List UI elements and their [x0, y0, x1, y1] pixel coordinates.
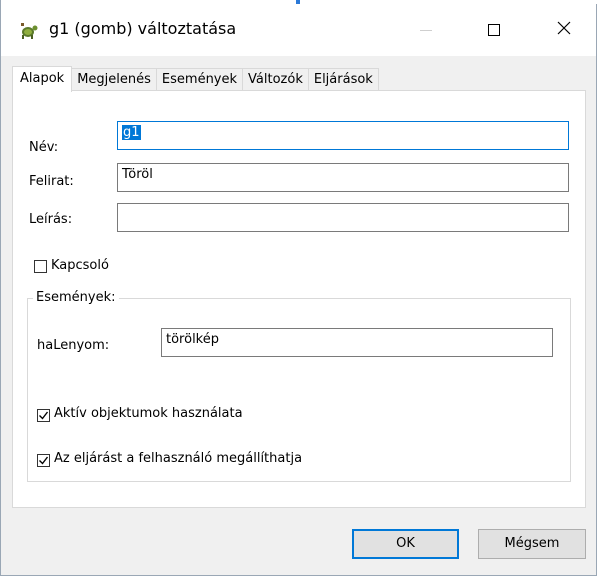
- close-button[interactable]: [541, 8, 587, 52]
- dialog-window: g1 (gomb) változtatása Alapok Megjelenés…: [0, 0, 597, 576]
- maximize-button[interactable]: [471, 8, 517, 52]
- tab-megjelenes[interactable]: Megjelenés: [71, 68, 157, 90]
- minimize-button[interactable]: [403, 8, 449, 52]
- window-title: g1 (gomb) változtatása: [49, 19, 237, 38]
- tab-alapok[interactable]: Alapok: [12, 66, 73, 92]
- on-click-value: törölkép: [166, 332, 219, 347]
- maximize-icon: [488, 24, 500, 36]
- user-can-stop-label: Az eljárást a felhasználó megállíthatja: [54, 451, 303, 466]
- caption-field[interactable]: Töröl: [117, 163, 569, 192]
- active-objects-label: Aktív objektumok használata: [54, 406, 243, 421]
- toggle-label: Kapcsoló: [51, 258, 109, 273]
- description-field[interactable]: [117, 203, 569, 232]
- minimize-icon: [420, 29, 432, 31]
- caption-value: Töröl: [122, 167, 153, 182]
- on-click-label: haLenyom:: [37, 338, 110, 353]
- on-click-field[interactable]: törölkép: [161, 328, 553, 357]
- checkmark-icon: [39, 456, 49, 465]
- ok-button[interactable]: OK: [352, 529, 459, 559]
- events-group-title: Események:: [33, 290, 119, 305]
- title-bar[interactable]: g1 (gomb) változtatása: [1, 4, 596, 56]
- tab-eljarasok[interactable]: Eljárások: [307, 68, 379, 90]
- caption-label: Felirat:: [29, 174, 74, 189]
- name-value: g1: [122, 125, 141, 140]
- name-label: Név:: [29, 140, 59, 155]
- checkmark-icon: [39, 411, 49, 420]
- cancel-button[interactable]: Mégsem: [478, 529, 586, 559]
- turtle-icon: [19, 21, 39, 41]
- toggle-checkbox[interactable]: [34, 260, 47, 273]
- tab-valtozok[interactable]: Változók: [242, 68, 309, 90]
- tab-strip: Alapok Megjelenés Események Változók Elj…: [12, 66, 379, 92]
- name-field[interactable]: g1: [117, 121, 569, 150]
- close-icon: [557, 21, 571, 39]
- description-label: Leírás:: [29, 212, 73, 227]
- active-objects-checkbox[interactable]: [37, 409, 50, 422]
- tab-esemenyek[interactable]: Események: [155, 68, 244, 90]
- user-can-stop-checkbox[interactable]: [37, 454, 50, 467]
